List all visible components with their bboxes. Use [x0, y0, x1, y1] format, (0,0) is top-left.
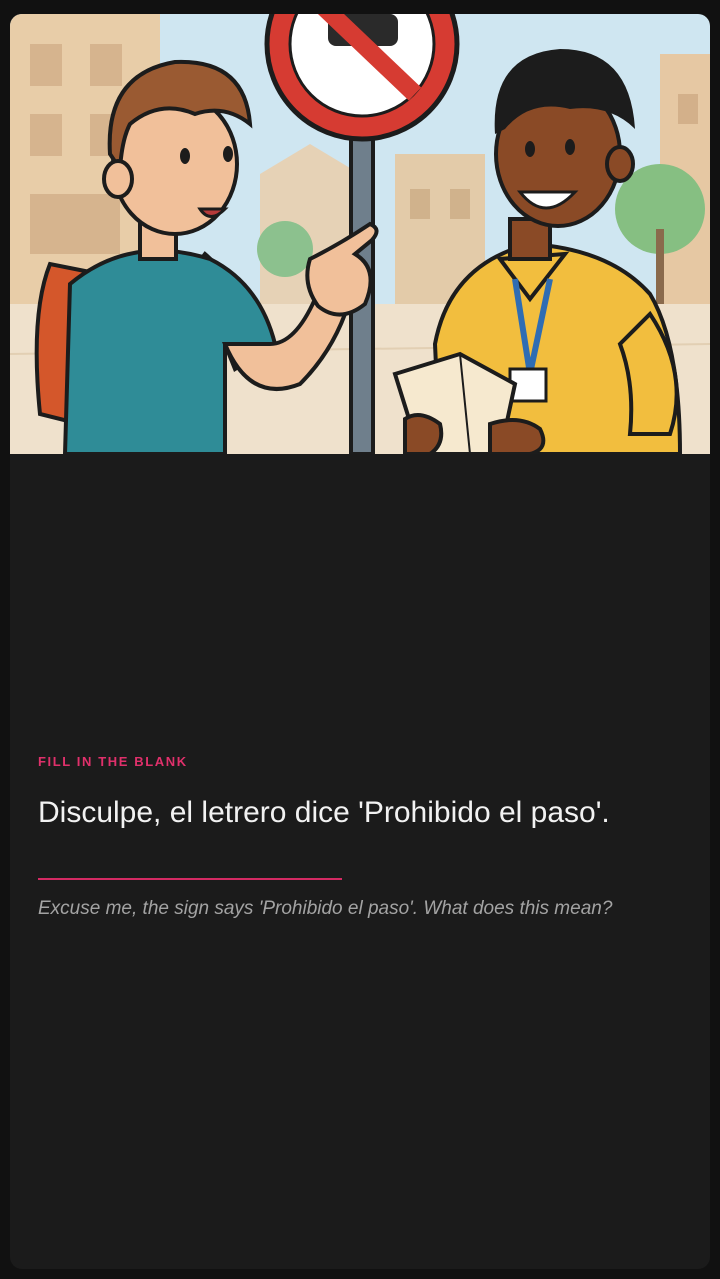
target-sentence: Disculpe, el letrero dice 'Prohibido el …: [38, 796, 610, 829]
scene-illustration: [10, 14, 710, 454]
scene-illustration-art: [10, 14, 710, 454]
exercise-card: FILL IN THE BLANK Disculpe, el letrero d…: [10, 14, 710, 1269]
answer-blank-line[interactable]: [38, 878, 342, 880]
translation-text: Excuse me, the sign says 'Prohibido el p…: [38, 898, 613, 919]
prompt-area: FILL IN THE BLANK Disculpe, el letrero d…: [38, 754, 688, 939]
prompt-type-label: FILL IN THE BLANK: [38, 754, 188, 769]
